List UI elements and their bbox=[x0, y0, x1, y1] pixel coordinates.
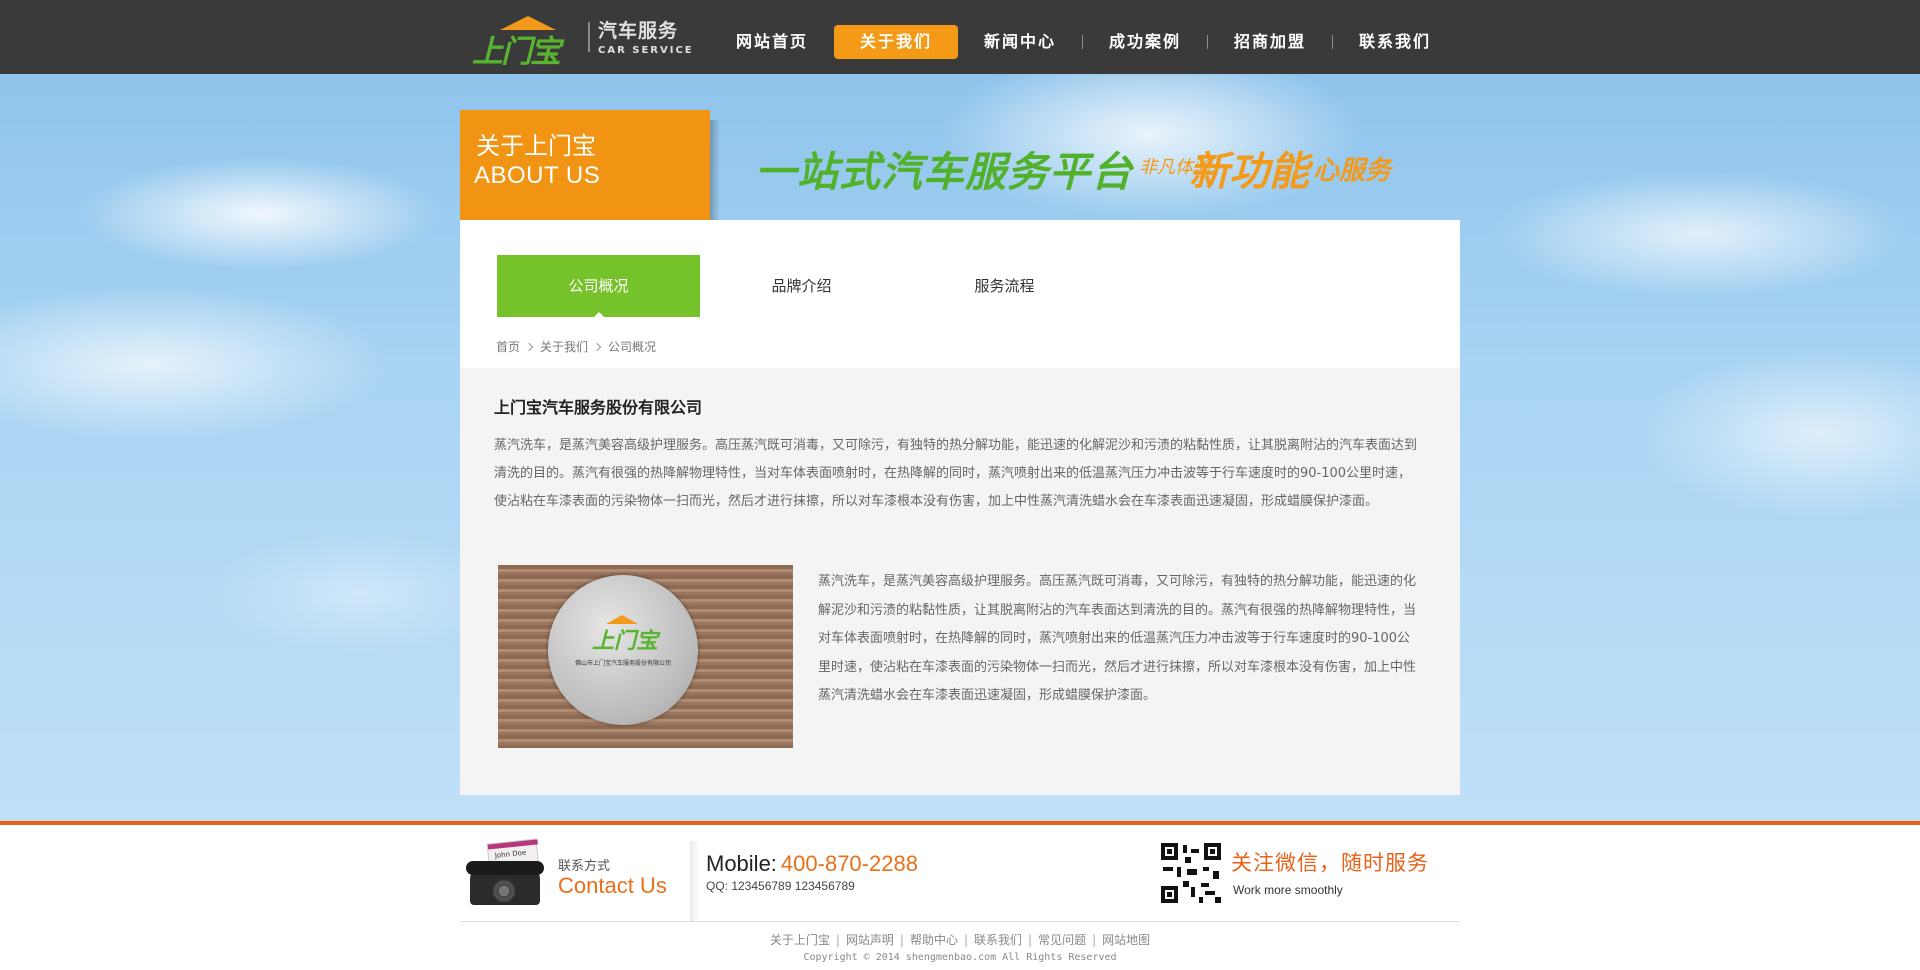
sub-tabs: 公司概况 品牌介绍 服务流程 bbox=[497, 255, 1106, 317]
qr-module bbox=[1183, 845, 1187, 853]
about-us-heading-box: 关于上门宝 ABOUT US bbox=[460, 110, 720, 220]
qr-corner bbox=[1161, 843, 1178, 860]
main-nav: 网站首页 关于我们 新闻中心 成功案例 招商加盟 联系我们 bbox=[710, 25, 1457, 59]
card-stripe bbox=[487, 839, 538, 850]
phone-dial bbox=[492, 879, 516, 903]
tab-brand-intro[interactable]: 品牌介绍 bbox=[700, 255, 903, 317]
nav-about-us[interactable]: 关于我们 bbox=[834, 25, 958, 59]
copyright-text: Copyright © 2014 shengmenbao.com All Rig… bbox=[803, 952, 1117, 963]
qr-corner bbox=[1161, 886, 1178, 903]
qr-module bbox=[1215, 897, 1221, 903]
footer-link-separator: | bbox=[835, 933, 840, 947]
company-sign-plate: 上门宝 佛山市上门宝汽车服务股份有限公司 bbox=[548, 575, 698, 725]
article-body: 上门宝汽车服务股份有限公司 蒸汽洗车，是蒸汽美容高级护理服务。高压蒸汽既可消毒，… bbox=[460, 368, 1460, 795]
footer-link-sitemap[interactable]: 网站地图 bbox=[1102, 933, 1150, 947]
mobile-number[interactable]: 400-870-2288 bbox=[781, 851, 918, 876]
site-logo[interactable]: 上门宝 汽车服务 CAR SERVICE bbox=[470, 10, 695, 70]
sign-caption: 佛山市上门宝汽车服务股份有限公司 bbox=[574, 660, 671, 667]
wechat-follow-subtitle: Work more smoothly bbox=[1233, 883, 1343, 897]
qr-module bbox=[1205, 891, 1215, 895]
tab-company-overview[interactable]: 公司概况 bbox=[497, 255, 700, 317]
footer-link-help[interactable]: 帮助中心 bbox=[910, 933, 958, 947]
slogan-main: 一站式汽车服务平台 bbox=[755, 148, 1133, 196]
qr-module bbox=[1201, 883, 1209, 887]
banner-slogan: 一站式汽车服务平台 非凡体验新功能 心服务 bbox=[755, 138, 1391, 198]
chevron-right-icon bbox=[524, 342, 534, 351]
qr-module bbox=[1177, 867, 1181, 877]
breadcrumb-home[interactable]: 首页 bbox=[496, 338, 520, 355]
company-title: 上门宝汽车服务股份有限公司 bbox=[494, 398, 703, 417]
footer-link-contact[interactable]: 联系我们 bbox=[974, 933, 1022, 947]
footer-divider bbox=[460, 921, 1460, 922]
top-navigation-bar: 上门宝 汽车服务 CAR SERVICE 网站首页 关于我们 新闻中心 成功案例… bbox=[0, 0, 1920, 74]
slogan-small: 非凡体验 bbox=[1139, 157, 1211, 178]
logo-mark: 上门宝 bbox=[470, 12, 580, 70]
content-panel: 公司概况 品牌介绍 服务流程 首页 关于我们 公司概况 上门宝汽车服务股份有限公… bbox=[460, 220, 1460, 795]
qr-module bbox=[1187, 869, 1197, 875]
nav-contact[interactable]: 联系我们 bbox=[1333, 25, 1457, 59]
contact-label-en: Contact Us bbox=[558, 873, 667, 898]
phone-handset bbox=[466, 861, 544, 875]
logo-brand-text: 上门宝 bbox=[472, 34, 561, 70]
footer-link-separator: | bbox=[963, 933, 969, 947]
footer-link-separator: | bbox=[1028, 933, 1033, 947]
footer-link-statement[interactable]: 网站声明 bbox=[846, 933, 894, 947]
qr-corner bbox=[1204, 843, 1221, 860]
about-heading-en: ABOUT US bbox=[474, 162, 601, 189]
logo-cn-text: 汽车服务 bbox=[598, 20, 679, 42]
telephone-icon: John Doe bbox=[466, 838, 556, 909]
intro-paragraph: 蒸汽洗车，是蒸汽美容高级护理服务。高压蒸汽既可消毒，又可除污，有独特的热分解功能… bbox=[494, 438, 1418, 509]
qr-module bbox=[1213, 871, 1219, 879]
logo-divider bbox=[588, 22, 590, 52]
company-sign-photo: 上门宝 佛山市上门宝汽车服务股份有限公司 bbox=[498, 565, 793, 748]
card-name: John Doe bbox=[494, 848, 527, 860]
nav-news[interactable]: 新闻中心 bbox=[958, 25, 1082, 59]
nav-cases[interactable]: 成功案例 bbox=[1083, 25, 1207, 59]
contact-label-cn: 联系方式 bbox=[558, 859, 611, 874]
mobile-block: Mobile: 400-870-2288 QQ: 123456789 123456… bbox=[706, 851, 918, 893]
wechat-follow-title: 关注微信，随时服务 bbox=[1231, 851, 1429, 875]
contact-block: John Doe 联系方式 Contact Us bbox=[462, 835, 700, 921]
qr-module bbox=[1163, 867, 1173, 871]
nav-franchise[interactable]: 招商加盟 bbox=[1208, 25, 1332, 59]
footer-link-separator: | bbox=[899, 933, 904, 947]
mobile-label: Mobile: bbox=[706, 851, 777, 876]
footer-link-separator: | bbox=[1092, 933, 1097, 947]
footer: John Doe 联系方式 Contact Us Mobile: 400-870-… bbox=[0, 825, 1920, 970]
breadcrumb: 首页 关于我们 公司概况 bbox=[496, 338, 656, 355]
breadcrumb-about[interactable]: 关于我们 bbox=[540, 338, 588, 355]
tab-service-process[interactable]: 服务流程 bbox=[903, 255, 1106, 317]
chevron-right-icon bbox=[592, 342, 602, 351]
qr-module bbox=[1183, 881, 1189, 887]
about-heading-cn: 关于上门宝 bbox=[476, 132, 596, 160]
logo-en-text: CAR SERVICE bbox=[598, 45, 694, 56]
qq-numbers: QQ: 123456789 123456789 bbox=[706, 879, 855, 893]
qr-module bbox=[1191, 887, 1195, 897]
detail-paragraph: 蒸汽洗车，是蒸汽美容高级护理服务。高压蒸汽既可消毒，又可除污，有独特的热分解功能… bbox=[818, 574, 1417, 703]
footer-link-faq[interactable]: 常见问题 bbox=[1038, 933, 1086, 947]
logo-text: 汽车服务 CAR SERVICE bbox=[598, 16, 694, 56]
contact-separator bbox=[690, 841, 700, 921]
breadcrumb-current: 公司概况 bbox=[608, 340, 657, 354]
qr-module bbox=[1203, 867, 1209, 871]
slogan-heart-service: 心服务 bbox=[1313, 155, 1392, 186]
wechat-qr-code bbox=[1161, 843, 1221, 903]
qr-module bbox=[1191, 849, 1199, 853]
slogan-new-feature: 新功能 bbox=[1189, 149, 1309, 195]
footer-link-about[interactable]: 关于上门宝 bbox=[770, 933, 830, 947]
qr-module bbox=[1185, 857, 1191, 863]
sign-brand-text: 上门宝 bbox=[592, 629, 659, 654]
footer-links: 关于上门宝 | 网站声明 | 帮助中心 | 联系我们 | 常见问题 | 网站地图 bbox=[0, 931, 1920, 948]
nav-home[interactable]: 网站首页 bbox=[710, 25, 834, 59]
qr-module bbox=[1199, 897, 1203, 903]
